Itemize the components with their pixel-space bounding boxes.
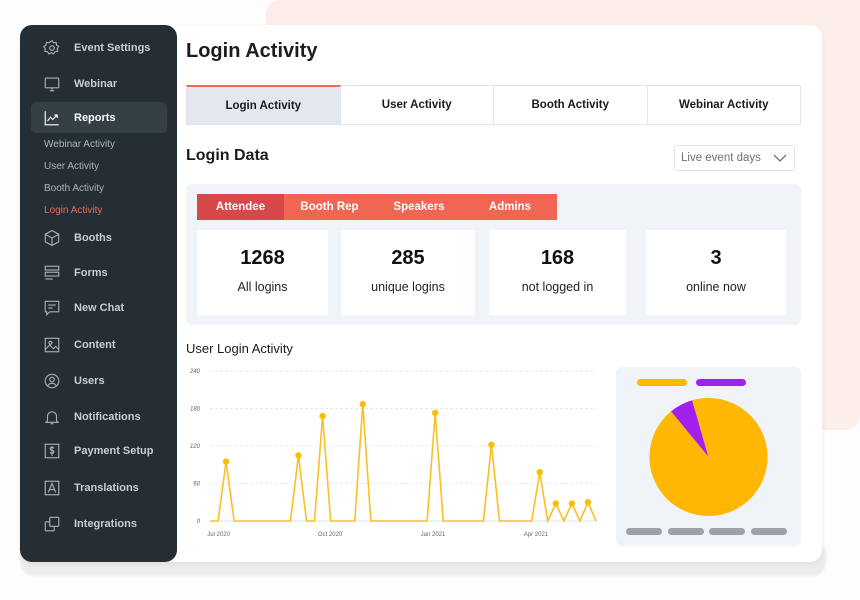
sidebar-item-label: Notifications [74, 410, 141, 423]
report-tabs: Login Activity User Activity Booth Activ… [186, 85, 801, 125]
image-icon [42, 335, 62, 355]
chevron-down-icon [773, 154, 787, 162]
stat-card-unique-logins: 285 unique logins [341, 230, 475, 315]
y-tick-label: 120 [190, 444, 201, 450]
stat-label: online now [686, 280, 746, 294]
sidebar-item-payment-setup[interactable]: Payment Setup [31, 435, 167, 466]
sidebar: Event Settings Webinar Reports Webinar A… [20, 25, 177, 562]
login-pie-chart [626, 379, 787, 535]
data-point [584, 499, 592, 506]
legend-swatch [696, 379, 746, 386]
tab-webinar-activity[interactable]: Webinar Activity [647, 85, 801, 125]
login-line-chart: 0 60 120 180 240 Jul 2020 Oct 2020 Jan 2021 Apr … [189, 369, 597, 538]
sidebar-item-label: Webinar [74, 77, 118, 90]
user-circle-icon [42, 371, 62, 391]
sidebar-subitem-booth-activity[interactable]: Booth Activity [44, 183, 104, 194]
chart-trend-icon [42, 108, 62, 128]
data-point [295, 452, 302, 459]
footer-placeholder [751, 528, 787, 535]
x-tick-label: Jan 2021 [421, 532, 446, 538]
tab-user-activity[interactable]: User Activity [340, 85, 494, 125]
sidebar-item-label: Forms [74, 266, 108, 279]
sidebar-item-label: Translations [74, 481, 139, 494]
stat-value: 285 [391, 247, 425, 269]
stat-card-all-logins: 1268 All logins [197, 230, 328, 315]
sidebar-item-reports[interactable]: Reports [31, 102, 167, 133]
tab-login-activity[interactable]: Login Activity [186, 85, 341, 125]
pie-slice [649, 398, 768, 516]
chat-icon [42, 298, 62, 318]
sidebar-item-label: New Chat [74, 301, 125, 314]
sidebar-item-label: Booths [74, 231, 112, 244]
chart-title: User Login Activity [186, 341, 293, 356]
sidebar-item-forms[interactable]: Forms [31, 257, 167, 288]
forms-icon [42, 263, 62, 283]
stat-card-online-now: 3 online now [646, 230, 786, 315]
x-tick-label: Oct 2020 [318, 532, 343, 538]
gear-icon [42, 38, 62, 58]
footer-placeholder [709, 528, 745, 535]
data-point [568, 500, 576, 507]
stat-value: 1268 [240, 247, 285, 269]
role-tabs: Attendee Booth Rep Speakers Admins [197, 194, 557, 220]
sidebar-subitem-webinar-activity[interactable]: Webinar Activity [44, 139, 115, 150]
y-tick-label: 60 [193, 482, 200, 488]
dollar-icon [42, 441, 62, 461]
date-range-select[interactable]: Live event days [674, 145, 795, 171]
stat-value: 168 [540, 247, 575, 269]
sidebar-item-label: Integrations [74, 517, 137, 530]
integrations-icon [42, 514, 62, 534]
sidebar-item-label: Reports [74, 111, 116, 124]
y-tick-label: 240 [189, 369, 201, 375]
sidebar-item-webinar[interactable]: Webinar [31, 68, 167, 99]
sidebar-item-label: Content [74, 338, 116, 351]
sidebar-item-label: Payment Setup [74, 444, 154, 457]
pie-panel [616, 367, 801, 546]
data-point [536, 469, 543, 476]
role-tab-speakers[interactable]: Speakers [375, 194, 463, 220]
data-point [359, 400, 366, 408]
page-title: Login Activity [186, 40, 318, 62]
role-tab-attendee[interactable]: Attendee [197, 194, 284, 220]
y-tick-label: 0 [197, 519, 201, 525]
x-tick-label: Jul 2020 [207, 532, 230, 538]
data-point [222, 458, 230, 465]
x-tick-label: Apr 2021 [524, 532, 549, 538]
sidebar-item-notifications[interactable]: Notifications [31, 401, 167, 432]
y-tick-label: 180 [190, 407, 201, 413]
sidebar-item-label: Event Settings [74, 41, 151, 54]
legend-swatch [637, 379, 687, 386]
stat-card-not-logged-in: 168 not logged in [489, 230, 626, 315]
tab-booth-activity[interactable]: Booth Activity [494, 85, 648, 125]
role-tab-admins[interactable]: Admins [463, 194, 557, 220]
sidebar-item-event-settings[interactable]: Event Settings [31, 32, 167, 63]
stat-label: not logged in [521, 280, 594, 294]
sidebar-item-translations[interactable]: Translations [31, 472, 167, 503]
sidebar-item-new-chat[interactable]: New Chat [31, 292, 167, 323]
monitor-icon [42, 74, 62, 94]
sidebar-item-label: Users [74, 374, 105, 387]
data-point [552, 500, 559, 507]
cube-icon [42, 228, 62, 248]
sidebar-item-integrations[interactable]: Integrations [31, 508, 167, 539]
bell-icon [42, 407, 62, 427]
sidebar-item-content[interactable]: Content [31, 329, 167, 360]
stat-label: All logins [237, 280, 288, 294]
date-range-value: Live event days [681, 152, 761, 164]
role-tab-booth-rep[interactable]: Booth Rep [284, 194, 375, 220]
data-line [210, 404, 597, 524]
stat-value: 3 [710, 247, 722, 269]
data-point [319, 412, 326, 420]
section-title: Login Data [186, 147, 269, 164]
sidebar-subitem-user-activity[interactable]: User Activity [44, 161, 99, 172]
footer-placeholder [626, 528, 662, 535]
data-point [431, 409, 439, 417]
translate-icon [42, 478, 62, 498]
sidebar-item-users[interactable]: Users [31, 365, 167, 396]
footer-placeholder [668, 528, 704, 535]
sidebar-subitem-login-activity[interactable]: Login Activity [44, 205, 102, 216]
data-point [488, 441, 495, 448]
stat-label: unique logins [371, 280, 445, 294]
sidebar-item-booths[interactable]: Booths [31, 222, 167, 253]
